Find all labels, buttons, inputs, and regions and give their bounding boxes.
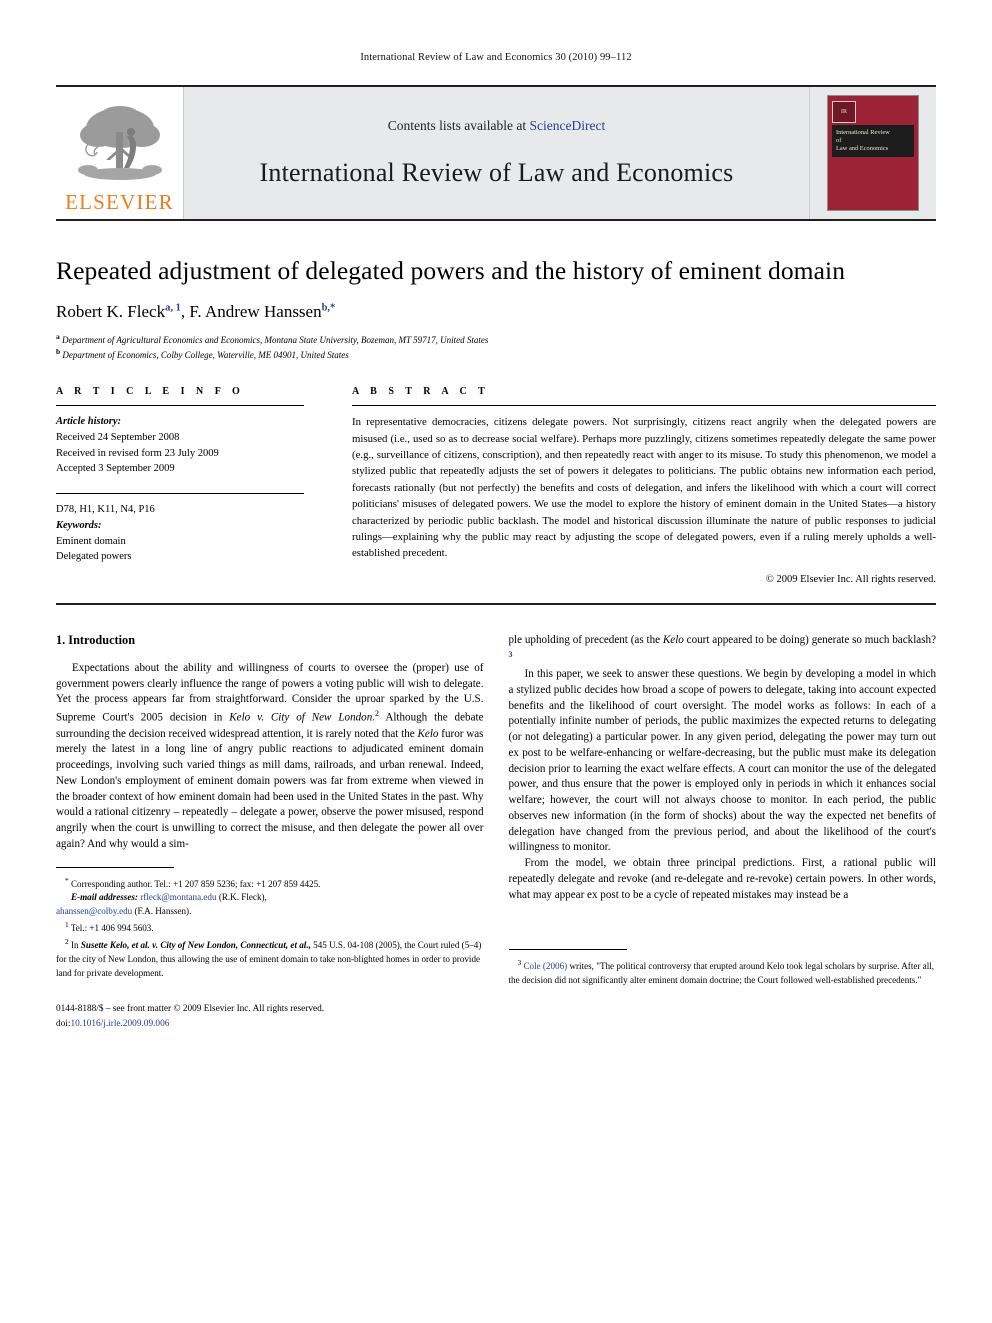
keyword-1: Eminent domain <box>56 535 126 547</box>
email-link-hanssen[interactable]: ahanssen@colby.edu <box>56 906 132 916</box>
section-heading-introduction: 1. Introduction <box>56 632 136 647</box>
elsevier-wordmark: ELSEVIER <box>65 190 174 214</box>
author-2-marks[interactable]: b,* <box>322 302 336 313</box>
article-history-label: Article history: <box>56 416 122 428</box>
masthead-bottom-rule <box>56 219 936 221</box>
page-title: Repeated adjustment of delegated powers … <box>56 256 846 285</box>
footnote-email-line-1: E-mail addresses: rfleck@montana.edu (R.… <box>56 891 484 905</box>
intro-paragraph-2: In this paper, we seek to answer these q… <box>508 668 937 854</box>
running-head: International Review of Law and Economic… <box>360 52 632 63</box>
author-1-marks[interactable]: a, 1 <box>165 302 181 313</box>
info-abstract-row: A R T I C L E I N F O Article history: R… <box>56 386 936 585</box>
footnote-separator-rule-right <box>508 949 627 951</box>
cover-logo-mark: IR <box>832 101 856 123</box>
imprint-doi: doi:10.1016/j.irle.2009.09.006 <box>56 1017 484 1031</box>
imprint-block: 0144-8188/$ – see front matter © 2009 El… <box>56 1002 484 1031</box>
elsevier-tree-icon <box>77 106 162 180</box>
author-1-name: Robert K. Fleck <box>56 302 166 322</box>
footnotes-left: * Corresponding author. Tel.: +1 207 859… <box>56 866 484 1032</box>
masthead-center: Contents lists available at ScienceDirec… <box>184 87 809 219</box>
body-columns: 1. Introduction Expectations about the a… <box>56 633 936 1031</box>
email-addresses-label: E-mail addresses: <box>71 892 138 903</box>
imprint-front-matter: 0144-8188/$ – see front matter © 2009 El… <box>56 1004 325 1015</box>
abstract-rule <box>352 405 936 407</box>
intro-p0-part-b: court appeared to be doing) generate so … <box>683 633 936 646</box>
footnote-1-text: Tel.: +1 406 994 5603. <box>70 923 154 934</box>
footnotes-right: 3 Cole (2006) writes, "The political con… <box>508 949 937 988</box>
history-revised: Received in revised form 23 July 2009 <box>56 447 219 459</box>
intro-paragraph-1: Expectations about the ability and willi… <box>56 661 484 850</box>
footnote-mark-1: 1 <box>65 920 69 930</box>
journal-title: International Review of Law and Economic… <box>259 158 734 187</box>
body-column-left: 1. Introduction Expectations about the a… <box>56 633 484 1031</box>
footnote-3-text: writes, "The political controversy that … <box>508 961 935 986</box>
jel-codes: D78, H1, K11, N4, P16 <box>56 504 155 516</box>
email-link-fleck[interactable]: rfleck@montana.edu <box>140 892 216 902</box>
cover-title-band: International Review of Law and Economic… <box>832 125 914 158</box>
title-block: Repeated adjustment of delegated powers … <box>56 255 936 362</box>
corresponding-author-text: Corresponding author. Tel.: +1 207 859 5… <box>70 878 321 889</box>
email-owner-fleck: (R.K. Fleck), <box>218 892 267 903</box>
footnote-separator-rule <box>56 866 174 868</box>
footnote-2-part-a: In <box>70 939 81 950</box>
abstract-bottom-rule <box>56 602 936 605</box>
history-received: Received 24 September 2008 <box>56 431 180 443</box>
footnote-ref-3[interactable]: 3 <box>509 650 513 659</box>
article-info-rule <box>56 405 304 407</box>
author-2-name: F. Andrew Hanssen <box>189 302 322 322</box>
affiliation-a: a Department of Agricultural Economics a… <box>56 332 936 347</box>
keyword-2: Delegated powers <box>56 551 132 563</box>
footnote-1: 1 Tel.: +1 406 994 5603. <box>56 919 484 936</box>
footnote-mark-2: 2 <box>65 936 69 946</box>
affiliation-b-text: Department of Economics, Colby College, … <box>62 350 349 361</box>
cover-band-line1: International Review <box>836 129 890 136</box>
cover-band-line3: Law and Economics <box>836 144 889 152</box>
intro-p1-part-c: furor was merely the latest in a long li… <box>56 727 484 850</box>
affiliation-b-mark: b <box>56 347 61 357</box>
intro-paragraph-3: From the model, we obtain three principa… <box>508 857 937 901</box>
elsevier-logo: ELSEVIER <box>56 87 184 219</box>
cover-band-line2: of <box>836 136 842 144</box>
abstract-heading: A B S T R A C T <box>352 386 490 398</box>
article-info-column: A R T I C L E I N F O Article history: R… <box>56 386 304 585</box>
footnote-mark-3: 3 <box>517 958 522 968</box>
footnote-2: 2 In Susette Kelo, et al. v. City of New… <box>56 936 484 980</box>
case-name-kelo-short: Kelo <box>417 727 439 740</box>
citation-link-cole-2006[interactable]: Cole (2006) <box>523 961 567 971</box>
keywords-rule <box>56 493 304 495</box>
article-info-heading: A R T I C L E I N F O <box>56 386 245 398</box>
paper-page: International Review of Law and Economic… <box>0 0 992 1323</box>
sciencedirect-link[interactable]: ScienceDirect <box>530 118 606 133</box>
contents-available-line: Contents lists available at ScienceDirec… <box>388 118 605 134</box>
affiliation-a-mark: a <box>56 332 60 342</box>
footnote-3: 3 Cole (2006) writes, "The political con… <box>509 957 937 988</box>
abstract-text: In representative democracies, citizens … <box>352 416 936 560</box>
history-accepted: Accepted 3 September 2009 <box>56 463 175 475</box>
footnote-2-case-name: Susette Kelo, et al. v. City of New Lond… <box>80 939 311 950</box>
affiliation-a-text: Department of Agricultural Economics and… <box>62 335 489 346</box>
email-owner-hanssen: (F.A. Hanssen). <box>134 906 192 917</box>
intro-p0-part-a: ple upholding of precedent (as the <box>508 633 663 646</box>
footnote-mark-star: * <box>65 875 69 885</box>
article-history: Article history: Received 24 September 2… <box>56 414 304 477</box>
abstract-column: A B S T R A C T In representative democr… <box>352 386 936 585</box>
authors-line: Robert K. Flecka, 1, F. Andrew Hanssenb,… <box>56 302 336 322</box>
case-name-kelo-full: Kelo v. City of New London <box>229 711 373 724</box>
cover-image: IR International Review of Law and Econo… <box>827 95 919 211</box>
affiliation-b: b Department of Economics, Colby College… <box>56 347 936 362</box>
footnote-corresponding-author: * Corresponding author. Tel.: +1 207 859… <box>56 875 484 892</box>
abstract-copyright: © 2009 Elsevier Inc. All rights reserved… <box>765 573 936 585</box>
contents-prefix: Contents lists available at <box>387 118 530 133</box>
doi-link[interactable]: 10.1016/j.irle.2009.09.006 <box>70 1019 169 1029</box>
doi-label: doi: <box>56 1018 71 1029</box>
keywords-block: D78, H1, K11, N4, P16 Keywords: Eminent … <box>56 502 304 565</box>
journal-masthead: ELSEVIER Contents lists available at Sci… <box>56 85 936 219</box>
intro-paragraph-1-continued: ple upholding of precedent (as the Kelo … <box>509 633 937 667</box>
footnote-email-line-2: ahanssen@colby.edu (F.A. Hanssen). <box>56 905 484 919</box>
journal-cover-thumbnail: IR International Review of Law and Econo… <box>809 87 936 219</box>
keywords-label: Keywords: <box>56 519 102 531</box>
body-column-right: ple upholding of precedent (as the Kelo … <box>508 633 937 1031</box>
case-name-kelo-right: Kelo <box>662 633 684 646</box>
